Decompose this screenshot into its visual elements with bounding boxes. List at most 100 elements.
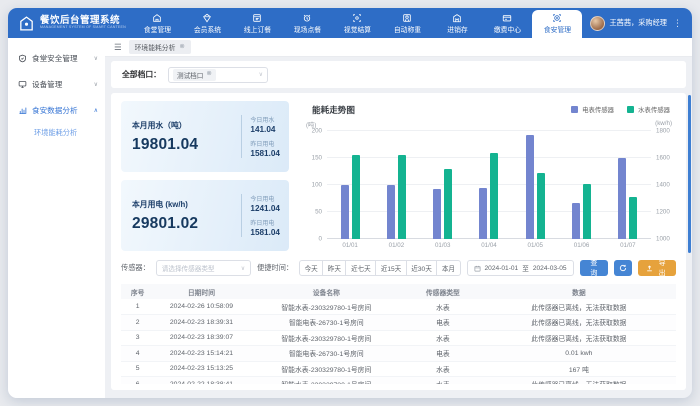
chevron-down-icon: ∨ bbox=[94, 55, 98, 62]
table-cell: 水表 bbox=[404, 377, 482, 385]
nav-item-vision-checkout[interactable]: 视觉结算 bbox=[332, 10, 382, 38]
nav-item-member[interactable]: 会员系统 bbox=[182, 10, 232, 38]
sensor-select-placeholder: 请选择传感器类型 bbox=[162, 263, 241, 273]
stat-cards: 本月用水（吨） 19801.04 今日用水 141.04 昨日用电 bbox=[121, 101, 289, 251]
stat-sub-value: 1241.04 bbox=[250, 204, 280, 213]
stat-sub-value: 1581.04 bbox=[250, 149, 280, 158]
header-nav: 食堂管理 会员系统线上订餐现场点餐视觉结算自动称重进销存缴费中心 食安管理 bbox=[132, 8, 582, 38]
nav-item-onsite-order[interactable]: 现场点餐 bbox=[282, 10, 332, 38]
x-tick-label: 01/05 bbox=[512, 242, 558, 251]
app-window: 餐饮后台管理系统 MANAGEMENT SYSTEM OF SMART CANT… bbox=[8, 8, 692, 398]
nav-item-inventory[interactable]: 进销存 bbox=[432, 10, 482, 38]
sidebar-menu: 食堂安全管理∨设备管理∨食安数据分析∧环境能耗分析 bbox=[8, 45, 105, 143]
main-area: ☰ 环境能耗分析 ⊗ 全部档口： 测试档口 ⊗ ∨ bbox=[105, 38, 692, 398]
quick-time-button[interactable]: 昨天 bbox=[322, 260, 346, 276]
legend-swatch bbox=[627, 106, 634, 113]
scrollbar-thumb[interactable] bbox=[688, 95, 691, 253]
export-button[interactable]: 导出 bbox=[638, 260, 676, 276]
chevron-down-icon: ∨ bbox=[259, 71, 263, 78]
bar-electric bbox=[526, 135, 534, 239]
nav-item-auto-weigh[interactable]: 自动称重 bbox=[382, 10, 432, 38]
onsite-order-icon bbox=[302, 13, 312, 23]
y-axis-right: 10001200140016001800 bbox=[651, 131, 676, 239]
user-menu[interactable]: 王茜茜，采购经理 ⋮ bbox=[582, 8, 684, 38]
device-icon bbox=[18, 80, 27, 89]
stat-sub-value: 1581.04 bbox=[250, 228, 280, 237]
chart-plot bbox=[327, 131, 651, 239]
bar-electric bbox=[572, 203, 580, 239]
close-tab-icon[interactable]: ⊗ bbox=[179, 44, 184, 51]
chart-legend: 电表传感器 水表传感器 bbox=[571, 105, 670, 114]
water-stat-card: 本月用水（吨） 19801.04 今日用水 141.04 昨日用电 bbox=[121, 101, 289, 172]
nav-item-label: 缴费中心 bbox=[494, 24, 521, 34]
table-cell: 智能水表-230329780-1号房间 bbox=[249, 377, 404, 385]
quick-time-button[interactable]: 近30天 bbox=[406, 260, 438, 276]
more-options-icon[interactable]: ⋮ bbox=[671, 18, 684, 29]
table-cell: 智能水表-230329780-1号房间 bbox=[249, 299, 404, 315]
bar-group bbox=[558, 131, 604, 239]
sidebar-item[interactable]: 食堂安全管理∨ bbox=[8, 45, 105, 71]
legend-item[interactable]: 电表传感器 bbox=[571, 105, 614, 114]
y-tick-label: 1600 bbox=[656, 155, 670, 162]
vision-checkout-icon bbox=[352, 13, 362, 23]
table-body: 12024-02-26 10:58:09智能水表-230329780-1号房间水… bbox=[121, 299, 676, 384]
table-cell: 1 bbox=[121, 299, 154, 315]
auto-weigh-icon bbox=[402, 13, 412, 23]
y-tick-label: 100 bbox=[312, 182, 322, 189]
payment-icon bbox=[502, 13, 512, 23]
tab-environment-energy[interactable]: 环境能耗分析 ⊗ bbox=[129, 40, 191, 54]
x-tick-label: 01/07 bbox=[605, 242, 651, 251]
app-logo: 餐饮后台管理系统 MANAGEMENT SYSTEM OF SMART CANT… bbox=[18, 8, 132, 38]
stat-sub-value: 141.04 bbox=[250, 125, 280, 134]
chart-title: 能耗走势图 bbox=[312, 104, 355, 116]
date-end[interactable]: 2024-03-05 bbox=[533, 265, 567, 272]
online-order-icon bbox=[252, 13, 262, 23]
analysis-icon bbox=[18, 106, 27, 115]
stat-title: 本月用水（吨） bbox=[132, 120, 241, 131]
inventory-icon bbox=[452, 13, 462, 23]
nav-item-food-safety[interactable]: 食安管理 bbox=[532, 10, 582, 38]
stat-value: 29801.02 bbox=[132, 215, 241, 233]
legend-item[interactable]: 水表传感器 bbox=[627, 105, 670, 114]
nav-item-online-order[interactable]: 线上订餐 bbox=[232, 10, 282, 38]
quick-time-button[interactable]: 近七天 bbox=[345, 260, 376, 276]
table-cell: 2024-02-23 15:14:21 bbox=[154, 346, 248, 362]
nav-item-canteen[interactable]: 食堂管理 bbox=[132, 10, 182, 38]
sidebar-item[interactable]: 设备管理∨ bbox=[8, 71, 105, 97]
x-tick-label: 01/02 bbox=[373, 242, 419, 251]
quick-time-button[interactable]: 今天 bbox=[299, 260, 323, 276]
quick-time-button[interactable]: 近15天 bbox=[375, 260, 407, 276]
sidebar-item[interactable]: 食安数据分析∧ bbox=[8, 97, 105, 123]
x-tick-label: 01/06 bbox=[558, 242, 604, 251]
sidebar-subitem[interactable]: 环境能耗分析 bbox=[8, 123, 105, 143]
search-button[interactable]: 查询 bbox=[580, 260, 609, 276]
bar-group bbox=[420, 131, 466, 239]
x-tick-label: 01/01 bbox=[327, 242, 373, 251]
bar-water bbox=[398, 155, 406, 239]
table-cell: 智能电表-26730-1号房间 bbox=[249, 315, 404, 331]
remove-tag-icon[interactable]: ⊗ bbox=[206, 71, 211, 78]
table-row: 22024-02-23 18:39:31智能电表-26730-1号房间电表此传感… bbox=[121, 315, 676, 331]
y-tick-label: 150 bbox=[312, 155, 322, 162]
logo-icon bbox=[18, 15, 35, 32]
nav-item-label: 食堂管理 bbox=[144, 24, 171, 34]
nav-item-payment[interactable]: 缴费中心 bbox=[482, 10, 532, 38]
electric-stat-card: 本月用电 (kw/h) 29801.02 今日用电 1241.04 昨日用电 bbox=[121, 180, 289, 251]
collapse-menu-icon[interactable]: ☰ bbox=[114, 43, 122, 52]
date-start[interactable]: 2024-01-01 bbox=[485, 265, 519, 272]
top-header: 餐饮后台管理系统 MANAGEMENT SYSTEM OF SMART CANT… bbox=[8, 8, 692, 38]
refresh-button[interactable] bbox=[614, 260, 632, 276]
stall-select[interactable]: 测试档口 ⊗ ∨ bbox=[168, 67, 268, 83]
sensor-type-select[interactable]: 请选择传感器类型 ∨ bbox=[156, 260, 251, 276]
quick-time-button[interactable]: 本月 bbox=[436, 260, 460, 276]
chevron-down-icon: ∨ bbox=[94, 81, 98, 88]
table-row: 32024-02-23 18:39:07智能水表-230329780-1号房间水… bbox=[121, 330, 676, 346]
sidebar-item-label: 食安数据分析 bbox=[32, 105, 89, 116]
date-separator: 至 bbox=[522, 263, 529, 273]
date-range-picker[interactable]: 2024-01-01 至 2024-03-05 bbox=[467, 260, 574, 276]
sensor-label: 传感器： bbox=[121, 263, 150, 273]
x-tick-label: 01/03 bbox=[420, 242, 466, 251]
stat-sub-label: 昨日用电 bbox=[250, 218, 280, 227]
safety-icon bbox=[18, 54, 27, 63]
table-row: 52024-02-23 15:13:25智能水表-230329780-1号房间水… bbox=[121, 361, 676, 377]
